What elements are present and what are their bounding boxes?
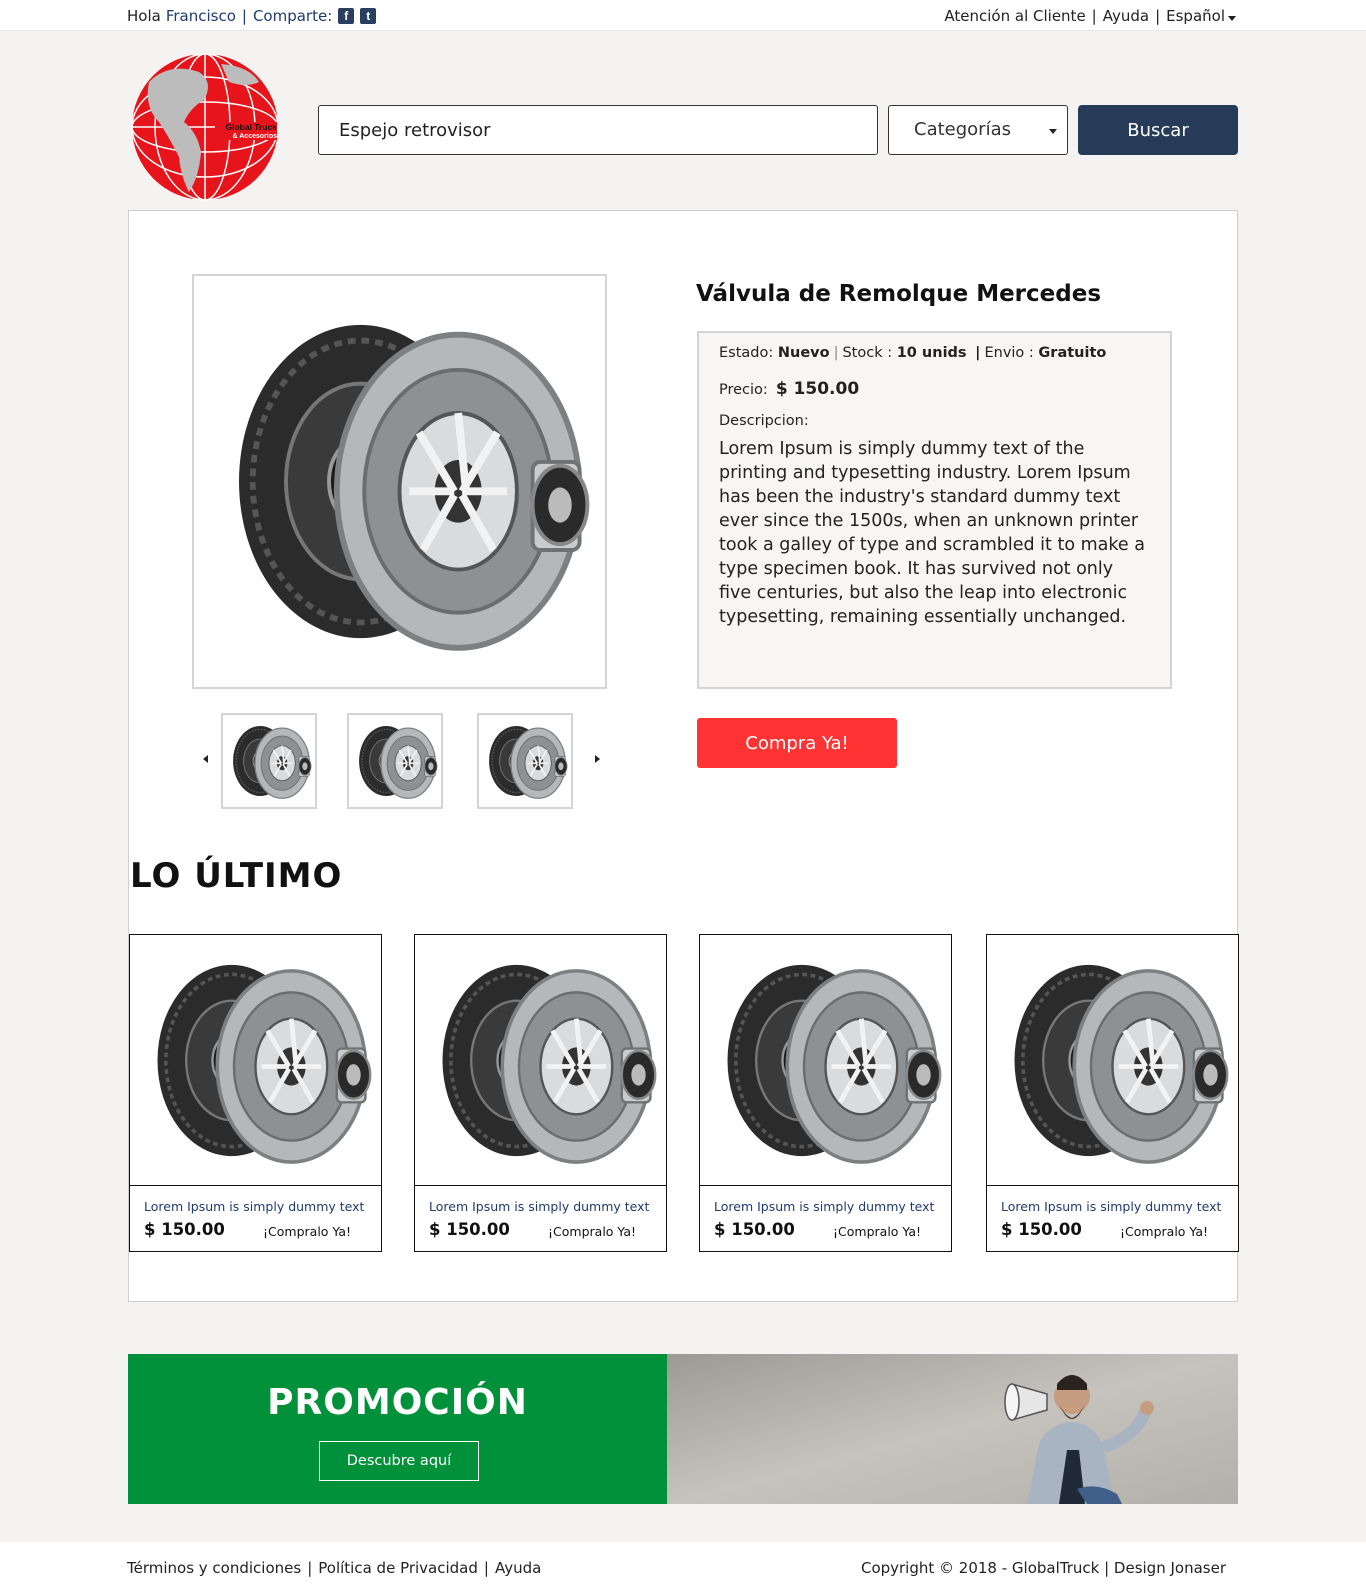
product-info-box: Estado: Nuevo | Stock : 10 unids | Envio : … xyxy=(697,331,1172,689)
customer-service-link[interactable]: Atención al Cliente xyxy=(944,7,1085,25)
product-card[interactable]: Lorem Ipsum is simply dummy text $ 150.0… xyxy=(414,934,667,1252)
logo-text-line1: Global Truck xyxy=(226,122,278,132)
product-card[interactable]: Lorem Ipsum is simply dummy text $ 150.0… xyxy=(699,934,952,1252)
product-card-buy-link[interactable]: ¡Compralo Ya! xyxy=(263,1224,351,1239)
product-card-text: Lorem Ipsum is simply dummy text xyxy=(429,1199,650,1214)
carousel-prev-icon[interactable] xyxy=(203,755,208,763)
price-label: Precio: xyxy=(719,382,768,398)
search-input[interactable] xyxy=(318,105,878,155)
carousel-next-icon[interactable] xyxy=(595,755,600,763)
category-select[interactable]: Categorías xyxy=(888,105,1068,155)
thumbnail[interactable] xyxy=(477,713,573,809)
description-text: Lorem Ipsum is simply dummy text of the … xyxy=(719,439,1145,627)
description-label: Descripcion: xyxy=(719,413,809,429)
divider: | xyxy=(1155,7,1161,25)
terms-link[interactable]: Términos y condiciones xyxy=(127,1559,301,1577)
divider: | xyxy=(307,1559,313,1577)
product-card-text: Lorem Ipsum is simply dummy text xyxy=(714,1199,935,1214)
greeting-area: Hola Francisco | Comparte: f t xyxy=(127,7,377,25)
twitter-icon[interactable]: t xyxy=(360,8,377,24)
divider: | xyxy=(241,7,247,25)
language-label: Español xyxy=(1166,7,1225,25)
stock-value: 10 unids xyxy=(896,345,967,361)
product-card-image[interactable] xyxy=(130,935,381,1186)
chevron-down-icon xyxy=(1228,16,1236,21)
thumbnail-carousel xyxy=(199,713,600,809)
buy-now-button[interactable]: Compra Ya! xyxy=(697,718,897,768)
greeting-label: Hola xyxy=(127,7,161,25)
divider: | xyxy=(483,1559,489,1577)
shipping-value: Gratuito xyxy=(1038,345,1107,361)
product-meta: Estado: Nuevo | Stock : 10 unids | Envio : … xyxy=(719,345,1107,361)
thumbnail[interactable] xyxy=(221,713,317,809)
privacy-link[interactable]: Política de Privacidad xyxy=(318,1559,478,1577)
logo[interactable]: Global Truck & Accesorios xyxy=(129,52,282,202)
footer-links: Términos y condiciones | Política de Priva… xyxy=(127,1559,541,1577)
top-bar: Hola Francisco | Comparte: f t Atención … xyxy=(0,0,1366,31)
product-card-price: $ 150.00 xyxy=(1001,1220,1082,1239)
footer: Términos y condiciones | Política de Priva… xyxy=(0,1542,1366,1594)
facebook-icon[interactable]: f xyxy=(338,8,355,24)
product-title: Válvula de Remolque Mercedes xyxy=(696,281,1102,307)
logo-text-line2: & Accesorios xyxy=(233,133,278,140)
globe-logo-icon: Global Truck & Accesorios xyxy=(131,53,279,201)
promo-image xyxy=(667,1354,1238,1504)
promo-banner: PROMOCIÓN Descubre aquí xyxy=(128,1354,1238,1504)
shipping-label: Envio : xyxy=(984,345,1034,361)
product-card-price: $ 150.00 xyxy=(429,1220,510,1239)
chevron-down-icon xyxy=(1049,129,1057,134)
footer-help-link[interactable]: Ayuda xyxy=(495,1559,541,1577)
product-card[interactable]: Lorem Ipsum is simply dummy text $ 150.0… xyxy=(986,934,1239,1252)
product-card-buy-link[interactable]: ¡Compralo Ya! xyxy=(1120,1224,1208,1239)
promo-title: PROMOCIÓN xyxy=(267,1382,528,1423)
product-card-text: Lorem Ipsum is simply dummy text xyxy=(144,1199,365,1214)
latest-section-title: LO ÚLTIMO xyxy=(130,856,343,896)
product-card-buy-link[interactable]: ¡Compralo Ya! xyxy=(833,1224,921,1239)
product-card-image[interactable] xyxy=(415,935,666,1186)
product-card-buy-link[interactable]: ¡Compralo Ya! xyxy=(548,1224,636,1239)
product-card-price: $ 150.00 xyxy=(714,1220,795,1239)
product-panel: Válvula de Remolque Mercedes Estado: Nue… xyxy=(128,210,1239,1302)
promo-button[interactable]: Descubre aquí xyxy=(319,1441,479,1481)
user-name-link[interactable]: Francisco xyxy=(166,7,236,25)
search-button[interactable]: Buscar xyxy=(1078,105,1238,155)
thumbnail[interactable] xyxy=(347,713,443,809)
divider: | xyxy=(1091,7,1097,25)
price-row: Precio: $ 150.00 xyxy=(719,379,1150,399)
top-links: Atención al Cliente | Ayuda | Español xyxy=(944,7,1236,25)
promo-panel xyxy=(128,1354,667,1504)
price-value: $ 150.00 xyxy=(775,379,860,399)
category-label: Categorías xyxy=(914,119,1011,140)
product-card-image[interactable] xyxy=(700,935,951,1186)
state-label: Estado: xyxy=(719,345,774,361)
product-card[interactable]: Lorem Ipsum is simply dummy text $ 150.0… xyxy=(129,934,382,1252)
product-main-image[interactable] xyxy=(192,274,607,689)
product-card-price: $ 150.00 xyxy=(144,1220,225,1239)
language-dropdown[interactable]: Español xyxy=(1166,7,1236,25)
product-card-image[interactable] xyxy=(987,935,1238,1186)
copyright-text: Copyright © 2018 - GlobalTruck | Design … xyxy=(860,1559,1226,1577)
help-link[interactable]: Ayuda xyxy=(1103,7,1149,25)
stock-label: Stock : xyxy=(842,345,893,361)
product-card-text: Lorem Ipsum is simply dummy text xyxy=(1001,1199,1222,1214)
share-label: Comparte: xyxy=(252,7,333,25)
state-value: Nuevo xyxy=(777,345,830,361)
